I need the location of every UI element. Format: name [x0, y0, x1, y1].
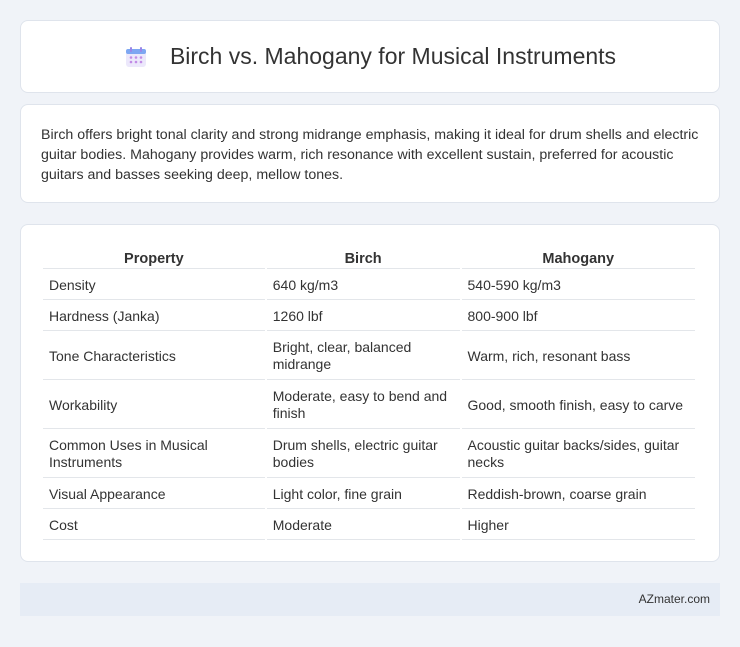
footer-brand: AZmater.com: [638, 592, 710, 606]
title-card: Birch vs. Mahogany for Musical Instrumen…: [20, 20, 720, 93]
intro-card: Birch offers bright tonal clarity and st…: [20, 104, 720, 203]
header-mahogany: Mahogany: [461, 245, 695, 269]
table-row: Cost Moderate Higher: [43, 511, 695, 540]
table-row: Visual Appearance Light color, fine grai…: [43, 480, 695, 509]
cell-birch: Drum shells, electric guitar bodies: [266, 431, 460, 478]
cell-birch: Light color, fine grain: [266, 480, 460, 509]
cell-mahogany: Acoustic guitar backs/sides, guitar neck…: [461, 431, 695, 478]
cell-mahogany: 800-900 lbf: [461, 302, 695, 331]
footer-bar: AZmater.com: [20, 583, 720, 616]
cell-property: Hardness (Janka): [43, 302, 265, 331]
cell-property: Workability: [43, 382, 265, 429]
cell-birch: Moderate, easy to bend and finish: [266, 382, 460, 429]
calendar-icon: [124, 45, 148, 69]
table-row: Hardness (Janka) 1260 lbf 800-900 lbf: [43, 302, 695, 331]
intro-text: Birch offers bright tonal clarity and st…: [41, 127, 699, 183]
cell-birch: 640 kg/m3: [266, 271, 460, 300]
header-birch: Birch: [266, 245, 460, 269]
cell-mahogany: Warm, rich, resonant bass: [461, 333, 695, 380]
cell-property: Density: [43, 271, 265, 300]
cell-mahogany: Higher: [461, 511, 695, 540]
cell-mahogany: 540-590 kg/m3: [461, 271, 695, 300]
table-row: Density 640 kg/m3 540-590 kg/m3: [43, 271, 695, 300]
cell-mahogany: Reddish-brown, coarse grain: [461, 480, 695, 509]
cell-birch: 1260 lbf: [266, 302, 460, 331]
page-title: Birch vs. Mahogany for Musical Instrumen…: [169, 43, 617, 69]
cell-property: Visual Appearance: [43, 480, 265, 509]
cell-birch: Bright, clear, balanced midrange: [266, 333, 460, 380]
table-row: Tone Characteristics Bright, clear, bala…: [43, 333, 695, 380]
table-header-row: Property Birch Mahogany: [43, 245, 695, 269]
cell-property: Common Uses in Musical Instruments: [43, 431, 265, 478]
header-property: Property: [43, 245, 265, 269]
table-card: Property Birch Mahogany Density 640 kg/m…: [20, 224, 720, 562]
cell-birch: Moderate: [266, 511, 460, 540]
cell-mahogany: Good, smooth finish, easy to carve: [461, 382, 695, 429]
cell-property: Cost: [43, 511, 265, 540]
table-row: Common Uses in Musical Instruments Drum …: [43, 431, 695, 478]
table-row: Workability Moderate, easy to bend and f…: [43, 382, 695, 429]
cell-property: Tone Characteristics: [43, 333, 265, 380]
comparison-table: Property Birch Mahogany Density 640 kg/m…: [41, 243, 697, 542]
